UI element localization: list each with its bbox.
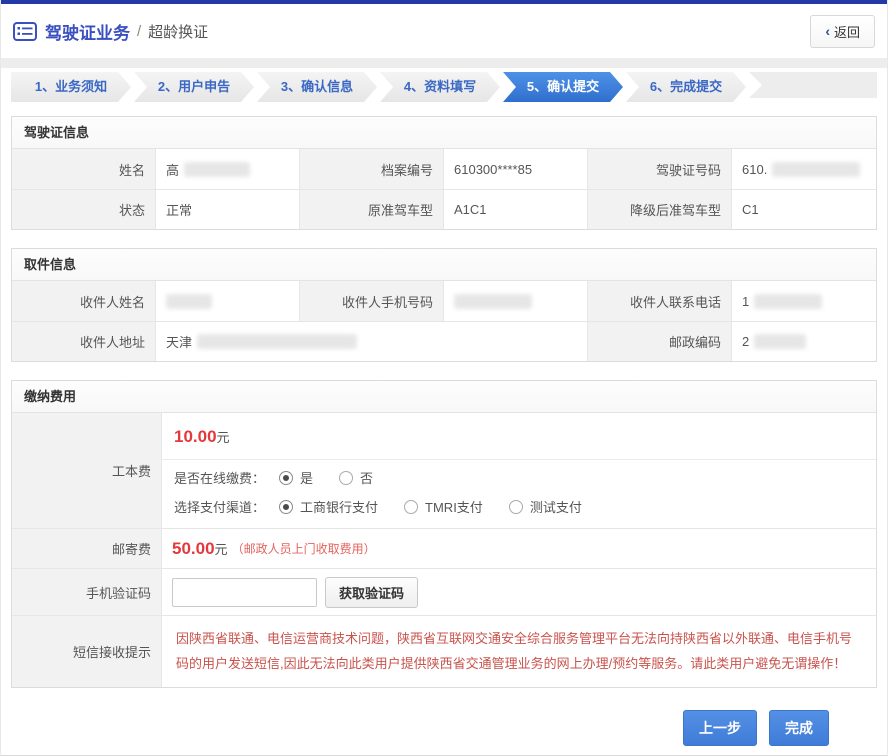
pay-online-no-label: 否 [360, 468, 373, 487]
field-label-postal-code: 邮政编码 [588, 321, 732, 361]
field-label-postage-fee: 邮寄费 [12, 528, 162, 568]
field-value-status: 正常 [156, 189, 300, 229]
field-value-postal-code: 2 [732, 321, 876, 361]
radio-unselected-icon[interactable] [509, 500, 523, 514]
fees-table: 工本费 10.00元 是否在线缴费： 是 否 选择支付渠道： [12, 413, 876, 687]
field-label-license-number: 驾驶证号码 [588, 149, 732, 189]
redaction-blur [754, 294, 822, 309]
channel-icbc-label: 工商银行支付 [300, 497, 378, 516]
production-fee-unit: 元 [217, 430, 230, 445]
previous-step-button[interactable]: 上一步 [683, 710, 757, 746]
pay-online-yes-label: 是 [300, 468, 313, 487]
field-value-downgraded-class: C1 [732, 189, 876, 229]
get-sms-code-button[interactable]: 获取验证码 [325, 577, 418, 608]
redaction-blur [166, 294, 212, 309]
redaction-blur [454, 294, 532, 309]
header-divider-strip [1, 58, 887, 68]
breadcrumb-separator: / [137, 23, 141, 40]
channel-test-label: 测试支付 [530, 497, 582, 516]
step-1-business-notice[interactable]: 1、业务须知 [11, 72, 131, 102]
field-value-recipient-name [156, 281, 300, 321]
pay-channel-question: 选择支付渠道： [174, 497, 265, 516]
fees-section: 缴纳费用 工本费 10.00元 是否在线缴费： 是 否 选择支付渠道： [11, 380, 877, 688]
field-label-production-fee: 工本费 [12, 413, 162, 528]
pay-channel-option-row: 选择支付渠道： 工商银行支付 TMRI支付 测试支付 [162, 489, 876, 528]
pickup-info-table-row2: 收件人地址 天津 邮政编码 2 [12, 321, 876, 361]
field-value-recipient-address: 天津 [156, 321, 588, 361]
fees-title: 缴纳费用 [12, 381, 876, 413]
field-value-name: 高 [156, 149, 300, 189]
radio-selected-icon[interactable] [279, 471, 293, 485]
pickup-info-title: 取件信息 [12, 249, 876, 281]
redaction-blur [184, 162, 250, 177]
channel-test-option[interactable]: 测试支付 [509, 497, 582, 516]
field-label-status: 状态 [12, 189, 156, 229]
redaction-blur [754, 334, 806, 349]
postage-fee-unit: 元 [215, 539, 228, 558]
step-2-user-declaration[interactable]: 2、用户申告 [134, 72, 254, 102]
production-fee-amount: 10.00 [174, 427, 217, 446]
step-4-fill-materials[interactable]: 4、资料填写 [380, 72, 500, 102]
field-label-name: 姓名 [12, 149, 156, 189]
step-bar-filler [749, 72, 877, 98]
field-label-original-class: 原准驾车型 [300, 189, 444, 229]
pay-online-question: 是否在线缴费： [174, 468, 265, 487]
field-label-recipient-mobile: 收件人手机号码 [300, 281, 444, 321]
field-label-sms-notice: 短信接收提示 [12, 615, 162, 687]
pay-online-no-option[interactable]: 否 [339, 468, 373, 487]
sms-code-input[interactable] [172, 578, 317, 607]
production-fee-amount-row: 10.00元 [162, 413, 876, 460]
sms-code-cell: 获取验证码 [162, 568, 876, 615]
license-info-title: 驾驶证信息 [12, 117, 876, 149]
breadcrumb-current: 超龄换证 [148, 21, 208, 42]
pickup-info-table-row1: 收件人姓名 收件人手机号码 收件人联系电话 1 [12, 281, 876, 321]
field-label-recipient-name: 收件人姓名 [12, 281, 156, 321]
field-value-original-class: A1C1 [444, 189, 588, 229]
field-value-file-number: 610300****85 [444, 149, 588, 189]
step-5-confirm-submit[interactable]: 5、确认提交 [503, 72, 623, 102]
back-button[interactable]: ‹ 返回 [810, 15, 875, 48]
sms-notice-text: 因陕西省联通、电信运营商技术问题，陕西省互联网交通安全综合服务管理平台无法向持陕… [176, 626, 862, 677]
license-info-section: 驾驶证信息 姓名 高 档案编号 610300****85 驾驶证号码 610. … [11, 116, 877, 230]
channel-icbc-option[interactable]: 工商银行支付 [279, 497, 378, 516]
channel-tmri-label: TMRI支付 [425, 497, 483, 516]
channel-tmri-option[interactable]: TMRI支付 [404, 497, 483, 516]
back-button-label: 返回 [834, 22, 860, 41]
footer-actions: 上一步 完成 [1, 688, 887, 746]
radio-selected-icon[interactable] [279, 500, 293, 514]
back-chevron-icon: ‹ [825, 23, 830, 39]
field-label-file-number: 档案编号 [300, 149, 444, 189]
field-label-recipient-address: 收件人地址 [12, 321, 156, 361]
postage-fee-note: （邮政人员上门收取费用） [232, 540, 376, 557]
field-value-recipient-phone: 1 [732, 281, 876, 321]
pickup-info-section: 取件信息 收件人姓名 收件人手机号码 收件人联系电话 1 收件人地址 天津 邮政… [11, 248, 877, 362]
pay-online-yes-option[interactable]: 是 [279, 468, 313, 487]
step-3-confirm-info[interactable]: 3、确认信息 [257, 72, 377, 102]
postage-fee-amount: 50.00 [172, 539, 215, 559]
production-fee-cell: 10.00元 是否在线缴费： 是 否 选择支付渠道： 工商银行支付 [162, 413, 876, 528]
field-label-downgraded-class: 降级后准驾车型 [588, 189, 732, 229]
redaction-blur [197, 334, 357, 349]
page-title: 驾驶证业务 [45, 19, 130, 44]
radio-unselected-icon[interactable] [339, 471, 353, 485]
pay-online-option-row: 是否在线缴费： 是 否 [162, 460, 876, 489]
step-6-complete-submit[interactable]: 6、完成提交 [626, 72, 746, 102]
finish-button[interactable]: 完成 [769, 710, 829, 746]
radio-unselected-icon[interactable] [404, 500, 418, 514]
license-info-table: 姓名 高 档案编号 610300****85 驾驶证号码 610. 状态 正常 … [12, 149, 876, 229]
step-progress-bar: 1、业务须知 2、用户申告 3、确认信息 4、资料填写 5、确认提交 6、完成提… [11, 68, 877, 98]
field-value-recipient-mobile [444, 281, 588, 321]
field-label-recipient-phone: 收件人联系电话 [588, 281, 732, 321]
redaction-blur [772, 162, 860, 177]
field-label-sms-code: 手机验证码 [12, 568, 162, 615]
postage-fee-cell: 50.00元 （邮政人员上门收取费用） [162, 528, 876, 568]
field-value-license-number: 610. [732, 149, 876, 189]
sms-notice-cell: 因陕西省联通、电信运营商技术问题，陕西省互联网交通安全综合服务管理平台无法向持陕… [162, 615, 876, 687]
license-business-icon [13, 22, 37, 41]
page-header: 驾驶证业务 / 超龄换证 ‹ 返回 [1, 4, 887, 58]
